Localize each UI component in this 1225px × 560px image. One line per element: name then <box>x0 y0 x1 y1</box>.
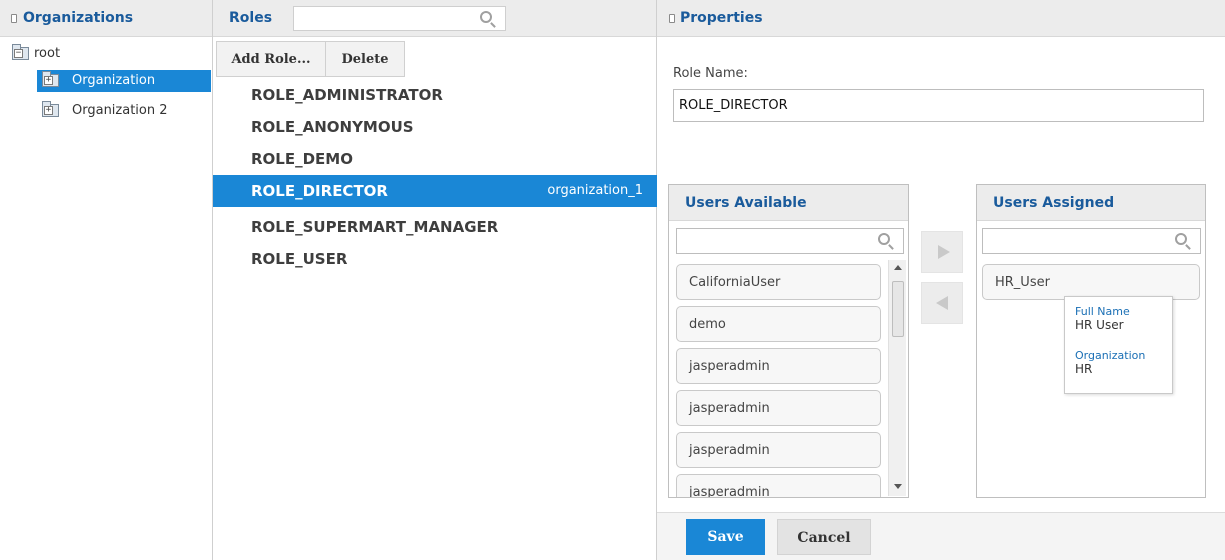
search-icon[interactable] <box>480 11 492 23</box>
scroll-thumb[interactable] <box>892 281 904 337</box>
role-name-field[interactable]: ROLE_DIRECTOR <box>673 89 1204 122</box>
tree-item-organization[interactable]: + Organization <box>37 70 211 92</box>
list-item[interactable]: jasperadmin <box>676 390 881 426</box>
list-item[interactable]: CaliforniaUser <box>676 264 881 300</box>
role-row[interactable]: ROLE_ADMINISTRATOR <box>213 79 657 111</box>
role-name: ROLE_USER <box>251 250 348 268</box>
pin-icon[interactable] <box>669 14 675 23</box>
organizations-title: Organizations <box>23 10 134 26</box>
tree-item-label: root <box>34 46 61 61</box>
role-name-label: Role Name: <box>673 66 748 81</box>
pin-icon[interactable] <box>11 14 17 23</box>
list-clip: jasperadmin <box>669 473 884 497</box>
users-assigned-list: Users Assigned HR_User Full Name HR User… <box>976 184 1206 498</box>
tooltip-full-name-value: HR User <box>1075 318 1124 332</box>
role-row[interactable]: ROLE_DEMO <box>213 143 657 175</box>
search-icon[interactable] <box>878 233 890 245</box>
cancel-button[interactable]: Cancel <box>777 519 871 555</box>
organizations-panel: Organizations − root + Organization + Or… <box>0 0 213 560</box>
users-available-scrollbar[interactable] <box>888 260 906 496</box>
move-left-button[interactable] <box>921 282 963 324</box>
properties-footer: Save Cancel <box>657 512 1225 560</box>
role-name: ROLE_ANONYMOUS <box>251 118 414 136</box>
add-role-button[interactable]: Add Role... <box>216 41 326 77</box>
tree-item-label: Organization 2 <box>72 103 168 118</box>
role-name: ROLE_ADMINISTRATOR <box>251 86 443 104</box>
role-row[interactable]: ROLE_SUPERMART_MANAGER <box>213 211 657 243</box>
tree-item-root[interactable]: − root <box>12 43 207 65</box>
list-item[interactable]: jasperadmin <box>676 348 881 384</box>
save-button[interactable]: Save <box>686 519 765 555</box>
list-item[interactable]: jasperadmin <box>676 432 881 468</box>
search-icon[interactable] <box>1175 233 1187 245</box>
tooltip-organization-value: HR <box>1075 362 1093 376</box>
collapse-icon[interactable]: − <box>14 49 23 58</box>
organizations-header: Organizations <box>0 0 212 37</box>
folder-icon: + <box>42 71 59 87</box>
role-row[interactable]: ROLE_ANONYMOUS <box>213 111 657 143</box>
list-item[interactable]: HR_User <box>982 264 1200 300</box>
scroll-up-icon[interactable] <box>894 265 902 270</box>
roles-search-input[interactable] <box>293 6 506 31</box>
move-right-button[interactable] <box>921 231 963 273</box>
expand-icon[interactable]: + <box>44 106 53 115</box>
role-name: ROLE_DIRECTOR <box>251 182 388 200</box>
properties-title: Properties <box>680 10 763 26</box>
tree-item-label: Organization <box>72 73 156 88</box>
users-available-list: Users Available CaliforniaUser demo jasp… <box>668 184 909 498</box>
roles-panel: Roles Add Role... Delete ROLE_ADMINISTRA… <box>213 0 657 560</box>
role-row-selected[interactable]: ROLE_DIRECTOR organization_1 <box>213 175 657 207</box>
delete-role-button[interactable]: Delete <box>325 41 405 77</box>
list-item[interactable]: demo <box>676 306 881 342</box>
role-name: ROLE_DEMO <box>251 150 353 168</box>
properties-panel: Properties Role Name: ROLE_DIRECTOR User… <box>657 0 1225 560</box>
roles-header: Roles <box>213 0 656 37</box>
users-available-title: Users Available <box>669 185 908 221</box>
roles-toolbar: Add Role... Delete <box>213 41 656 77</box>
folder-icon: + <box>42 101 59 117</box>
role-row[interactable]: ROLE_USER <box>213 243 657 275</box>
user-tooltip: Full Name HR User Organization HR <box>1064 296 1173 394</box>
arrow-left-icon <box>936 296 948 310</box>
folder-icon: − <box>12 44 29 60</box>
tree-item-organization-2[interactable]: + Organization 2 <box>37 100 211 122</box>
properties-header: Properties <box>657 0 1225 37</box>
list-item[interactable]: jasperadmin <box>676 474 881 497</box>
role-organization: organization_1 <box>547 183 643 198</box>
arrow-right-icon <box>938 245 950 259</box>
roles-title: Roles <box>229 10 273 26</box>
role-name: ROLE_SUPERMART_MANAGER <box>251 218 499 236</box>
expand-icon[interactable]: + <box>44 76 53 85</box>
users-assigned-title: Users Assigned <box>977 185 1205 221</box>
users-available-search-input[interactable] <box>676 228 904 254</box>
users-assigned-search-input[interactable] <box>982 228 1201 254</box>
tooltip-full-name-label: Full Name <box>1075 305 1130 318</box>
tooltip-organization-label: Organization <box>1075 349 1146 362</box>
scroll-down-icon[interactable] <box>894 484 902 489</box>
